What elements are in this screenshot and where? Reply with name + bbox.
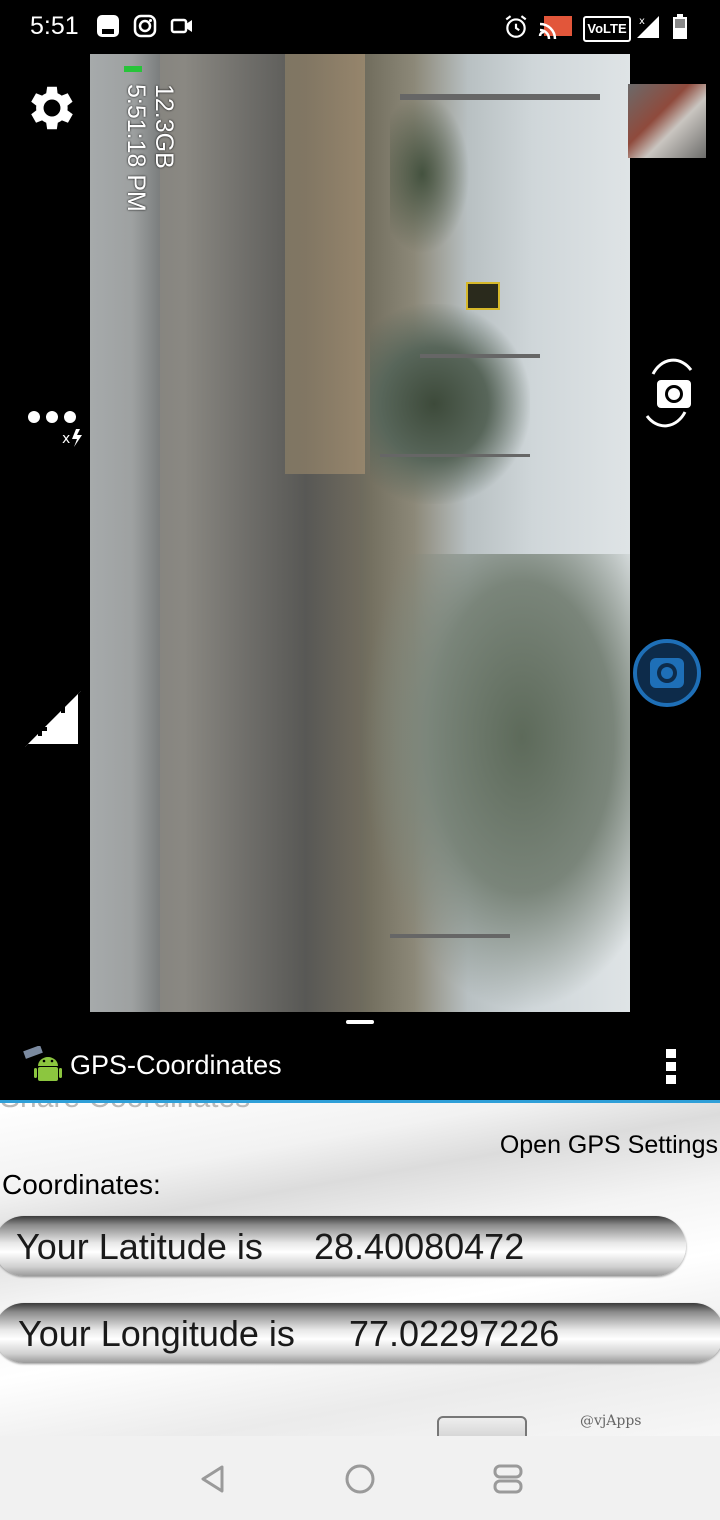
android-satellite-icon: [23, 1046, 62, 1081]
navigation-bar: [0, 1436, 720, 1520]
split-handle[interactable]: [346, 1020, 374, 1024]
switch-camera-button[interactable]: [640, 354, 698, 434]
latitude-value: 28.40080472: [314, 1226, 525, 1267]
recents-icon[interactable]: [492, 1463, 524, 1495]
more-options-button[interactable]: x: [22, 394, 88, 454]
volte-badge: VoLTE: [583, 16, 631, 42]
app-title: GPS-Coordinates: [70, 1050, 282, 1080]
storage-indicator: [124, 66, 142, 72]
longitude-label: Your Longitude is: [18, 1313, 295, 1354]
share-coordinates-button[interactable]: Share Coordinates: [0, 1103, 250, 1115]
svg-text:x: x: [62, 431, 70, 447]
home-icon[interactable]: [344, 1463, 376, 1495]
longitude-field: Your Longitude is 77.02297226: [0, 1303, 720, 1363]
switch-camera-icon: [645, 358, 693, 428]
video-icon: [170, 18, 192, 34]
alarm-icon: [505, 15, 527, 38]
gps-content: Share Coordinates Open GPS Settings Coor…: [0, 1103, 720, 1436]
exposure-button[interactable]: [22, 688, 84, 750]
overflow-menu-icon[interactable]: [664, 1048, 678, 1086]
settings-button[interactable]: [20, 76, 84, 140]
last-photo-thumbnail[interactable]: [628, 84, 706, 158]
coordinates-label: Coordinates:: [2, 1169, 161, 1200]
gear-icon: [31, 86, 73, 130]
instagram-icon: [133, 14, 157, 38]
camera-shutter-icon: [633, 639, 701, 707]
camera-area: 12.3GB 5:51:18 PM x: [0, 54, 720, 1032]
camera-overlay-text: 12.3GB 5:51:18 PM: [120, 84, 180, 274]
shutter-button[interactable]: [632, 638, 702, 708]
exposure-icon: [25, 691, 81, 747]
longitude-value: 77.02297226: [349, 1313, 560, 1354]
status-time: 5:51: [30, 12, 79, 40]
latitude-label: Your Latitude is: [16, 1226, 263, 1267]
storage-text: 12.3GB: [150, 84, 178, 169]
bottom-button[interactable]: [437, 1416, 527, 1436]
open-gps-settings-button[interactable]: Open GPS Settings: [500, 1131, 718, 1160]
back-icon[interactable]: [198, 1464, 228, 1494]
svg-text:x: x: [639, 16, 645, 27]
app-bar: GPS-Coordinates: [0, 1032, 720, 1103]
app-icon: [97, 15, 119, 37]
credit-text: @vjApps: [580, 1413, 642, 1429]
cast-icon: [538, 16, 572, 40]
more-dots-icon: x: [28, 411, 82, 447]
battery-icon: [673, 14, 687, 39]
signal-icon: x: [637, 16, 659, 38]
status-bar: 5:51 VoLTE x: [0, 0, 720, 54]
timestamp-text: 5:51:18 PM: [122, 84, 150, 212]
latitude-field: Your Latitude is 28.40080472: [0, 1216, 686, 1276]
